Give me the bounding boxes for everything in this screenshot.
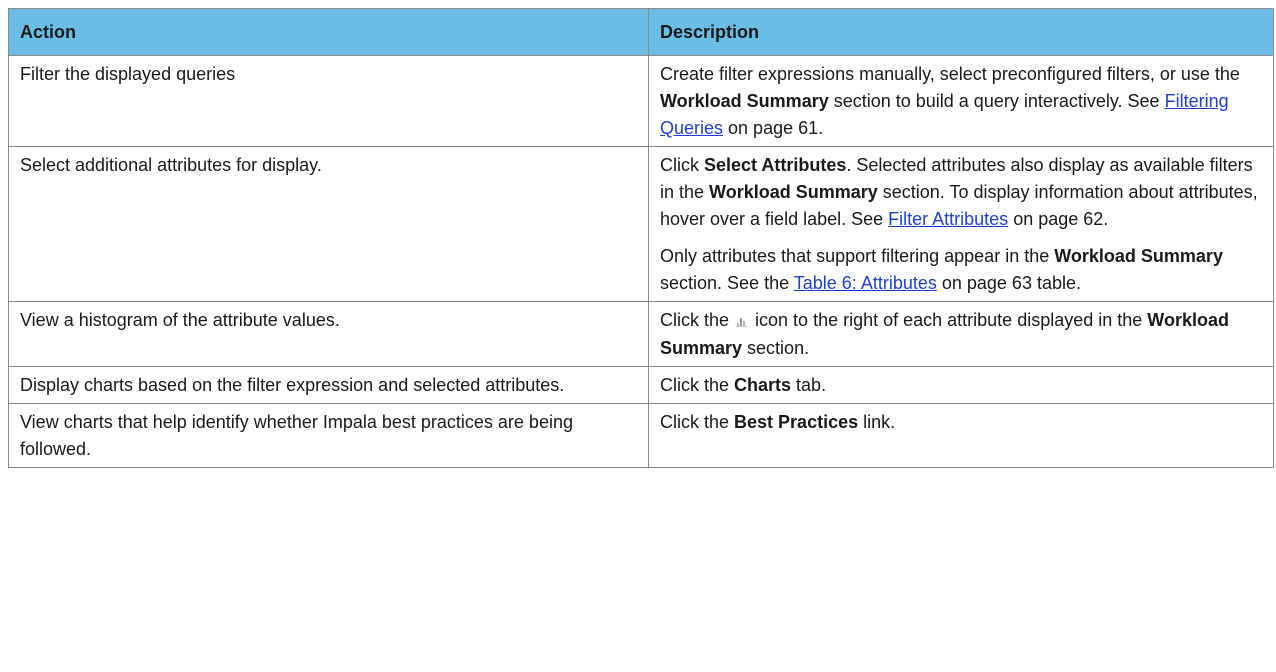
row-description: Click Select Attributes. Selected attrib… [648, 146, 1274, 302]
header-action: Action [8, 8, 649, 56]
actions-table: Action Description Filter the displayed … [8, 8, 1274, 468]
table-row: View charts that help identify whether I… [8, 403, 1274, 468]
description-paragraph: Only attributes that support filtering a… [660, 246, 1223, 293]
table-row: Select additional attributes for display… [8, 146, 1274, 302]
table-row: Filter the displayed queries Create filt… [8, 55, 1274, 147]
bold-term: Select Attributes [704, 155, 847, 175]
bold-term: Best Practices [734, 412, 859, 432]
description-paragraph: Click Select Attributes. Selected attrib… [660, 155, 1258, 229]
bold-term: Workload Summary [660, 91, 829, 111]
table-header-row: Action Description [8, 8, 1274, 56]
row-action: View a histogram of the attribute values… [8, 301, 649, 367]
row-description: Create filter expressions manually, sele… [648, 55, 1274, 147]
row-description: Click the Charts tab. [648, 366, 1274, 404]
table-row: Display charts based on the filter expre… [8, 366, 1274, 404]
histogram-icon [736, 308, 748, 335]
table-row: View a histogram of the attribute values… [8, 301, 1274, 367]
bold-term: Charts [734, 375, 792, 395]
header-description: Description [648, 8, 1274, 56]
filter-attributes-link[interactable]: Filter Attributes [888, 209, 1008, 229]
row-action: Select additional attributes for display… [8, 146, 649, 302]
row-description: Click the Best Practices link. [648, 403, 1274, 468]
row-action: Display charts based on the filter expre… [8, 366, 649, 404]
row-action: Filter the displayed queries [8, 55, 649, 147]
bold-term: Workload Summary [1054, 246, 1223, 266]
attributes-table-link[interactable]: Table 6: Attributes [794, 273, 937, 293]
bold-term: Workload Summary [709, 182, 878, 202]
row-action: View charts that help identify whether I… [8, 403, 649, 468]
row-description: Click the icon to the right of each attr… [648, 301, 1274, 367]
